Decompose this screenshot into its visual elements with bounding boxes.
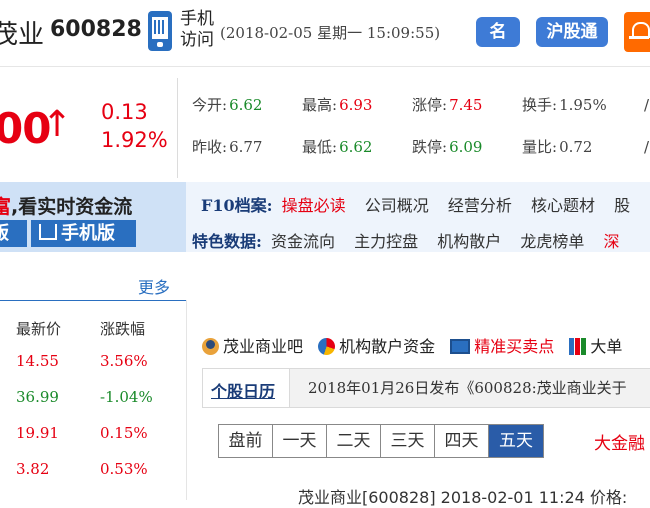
announcement-text[interactable]: 2018年01月26日发布《600828:茂业商业关于	[308, 377, 627, 398]
quote-truncated: /	[644, 96, 650, 114]
column-header-price: 最新价	[16, 320, 62, 338]
list-item[interactable]: 3.82 0.53%	[0, 460, 186, 480]
quote-limit-down: 跌停: 6.09	[412, 138, 483, 156]
rank-button[interactable]: 名	[476, 17, 520, 47]
stock-name: 茂业	[0, 20, 45, 50]
list-item[interactable]: 14.55 3.56%	[0, 352, 186, 372]
shanghai-connect-button[interactable]: 沪股通	[536, 17, 608, 47]
quote-limit-up: 涨停: 7.45	[412, 96, 483, 114]
signals-link[interactable]: 精准买卖点	[450, 333, 554, 357]
user-icon	[202, 338, 219, 355]
f10-link[interactable]: 经营分析	[448, 196, 512, 215]
list-item-change: 3.56%	[100, 352, 148, 370]
fund-flow-link[interactable]: 机构散户资金	[318, 333, 435, 357]
f10-link[interactable]: 核心题材	[531, 196, 595, 215]
f10-link[interactable]: 操盘必读	[282, 196, 346, 215]
list-item-price: 3.82	[16, 460, 50, 478]
column-header-change: 涨跌幅	[100, 320, 146, 338]
list-item[interactable]: 19.91 0.15%	[0, 424, 186, 444]
list-item-change: -1.04%	[100, 388, 153, 406]
list-item-change: 0.15%	[100, 424, 148, 442]
quote-open: 今开: 6.62	[192, 96, 263, 114]
big-finance-link[interactable]: 大金融	[594, 429, 645, 454]
mobile-qr-icon[interactable]	[148, 11, 172, 51]
list-divider	[0, 300, 186, 301]
feature-label: 特色数据:	[192, 232, 262, 251]
tab-5day[interactable]: 五天	[489, 425, 543, 457]
tab-1day[interactable]: 一天	[273, 425, 327, 457]
more-link[interactable]: 更多	[138, 274, 170, 298]
stock-code: 600828	[50, 17, 142, 42]
quote-volume-ratio: 量比: 0.72	[522, 138, 593, 156]
tab-3day[interactable]: 三天	[381, 425, 435, 457]
list-item[interactable]: 36.99 -1.04%	[0, 388, 186, 408]
tab-4day[interactable]: 四天	[435, 425, 489, 457]
feature-link[interactable]: 龙虎榜单	[520, 232, 584, 251]
quote-turnover: 换手: 1.95%	[522, 96, 607, 114]
monitor-icon	[450, 339, 471, 354]
quote-high: 最高: 6.93	[302, 96, 373, 114]
tab-stock-calendar[interactable]: 个股日历	[203, 369, 290, 407]
quote-prev-close: 昨收: 6.77	[192, 138, 263, 156]
change-percent: 1.92%	[101, 128, 168, 152]
column-divider	[186, 300, 187, 500]
tab-premarket[interactable]: 盘前	[219, 425, 273, 457]
big-order-link[interactable]: 大单	[569, 333, 622, 357]
f10-link[interactable]: 股	[614, 196, 630, 215]
list-item-price: 14.55	[16, 352, 59, 370]
feature-links: 特色数据: 资金流向 主力控盘 机构散户 龙虎榜单 深	[192, 228, 633, 252]
datetime: (2018-02-05 星期一 15:09:55)	[220, 24, 441, 42]
feature-link[interactable]: 深	[603, 232, 619, 251]
period-tabs: 盘前 一天 二天 三天 四天 五天	[218, 424, 544, 458]
list-item-change: 0.53%	[100, 460, 148, 478]
news-line[interactable]: 茂业商业[600828] 2018-02-01 11:24 价格:	[298, 484, 627, 508]
header-bar: 茂业 600828 手机访问 (2018-02-05 星期一 15:09:55)…	[0, 0, 650, 67]
pie-chart-icon	[318, 338, 336, 355]
quote-low: 最低: 6.62	[302, 138, 373, 156]
bell-icon[interactable]	[624, 12, 650, 52]
f10-label: F10档案:	[201, 196, 273, 215]
bar-chart-icon	[569, 338, 587, 355]
quick-links: 茂业商业吧 机构散户资金 精准买卖点 大单	[202, 333, 632, 357]
promo-pc-button[interactable]: 版	[0, 220, 27, 247]
f10-link[interactable]: 公司概况	[365, 196, 429, 215]
feature-link[interactable]: 资金流向	[271, 232, 335, 251]
quote-divider	[177, 78, 178, 178]
feature-link[interactable]: 机构散户	[437, 232, 501, 251]
list-item-price: 19.91	[16, 424, 59, 442]
download-icon	[39, 224, 57, 240]
change-amount: 0.13	[101, 100, 148, 124]
promo-mobile-button[interactable]: 手机版	[31, 220, 136, 247]
forum-link[interactable]: 茂业商业吧	[202, 333, 303, 357]
tab-2day[interactable]: 二天	[327, 425, 381, 457]
f10-links: F10档案: 操盘必读 公司概况 经营分析 核心题材 股	[201, 192, 644, 216]
mobile-access-link[interactable]: 手机访问	[180, 9, 220, 51]
feature-link[interactable]: 主力控盘	[354, 232, 418, 251]
up-arrow-icon: ↑	[42, 104, 73, 145]
quote-truncated: /	[644, 138, 650, 156]
promo-text: 富,看实时资金流	[0, 196, 133, 218]
list-item-price: 36.99	[16, 388, 59, 406]
